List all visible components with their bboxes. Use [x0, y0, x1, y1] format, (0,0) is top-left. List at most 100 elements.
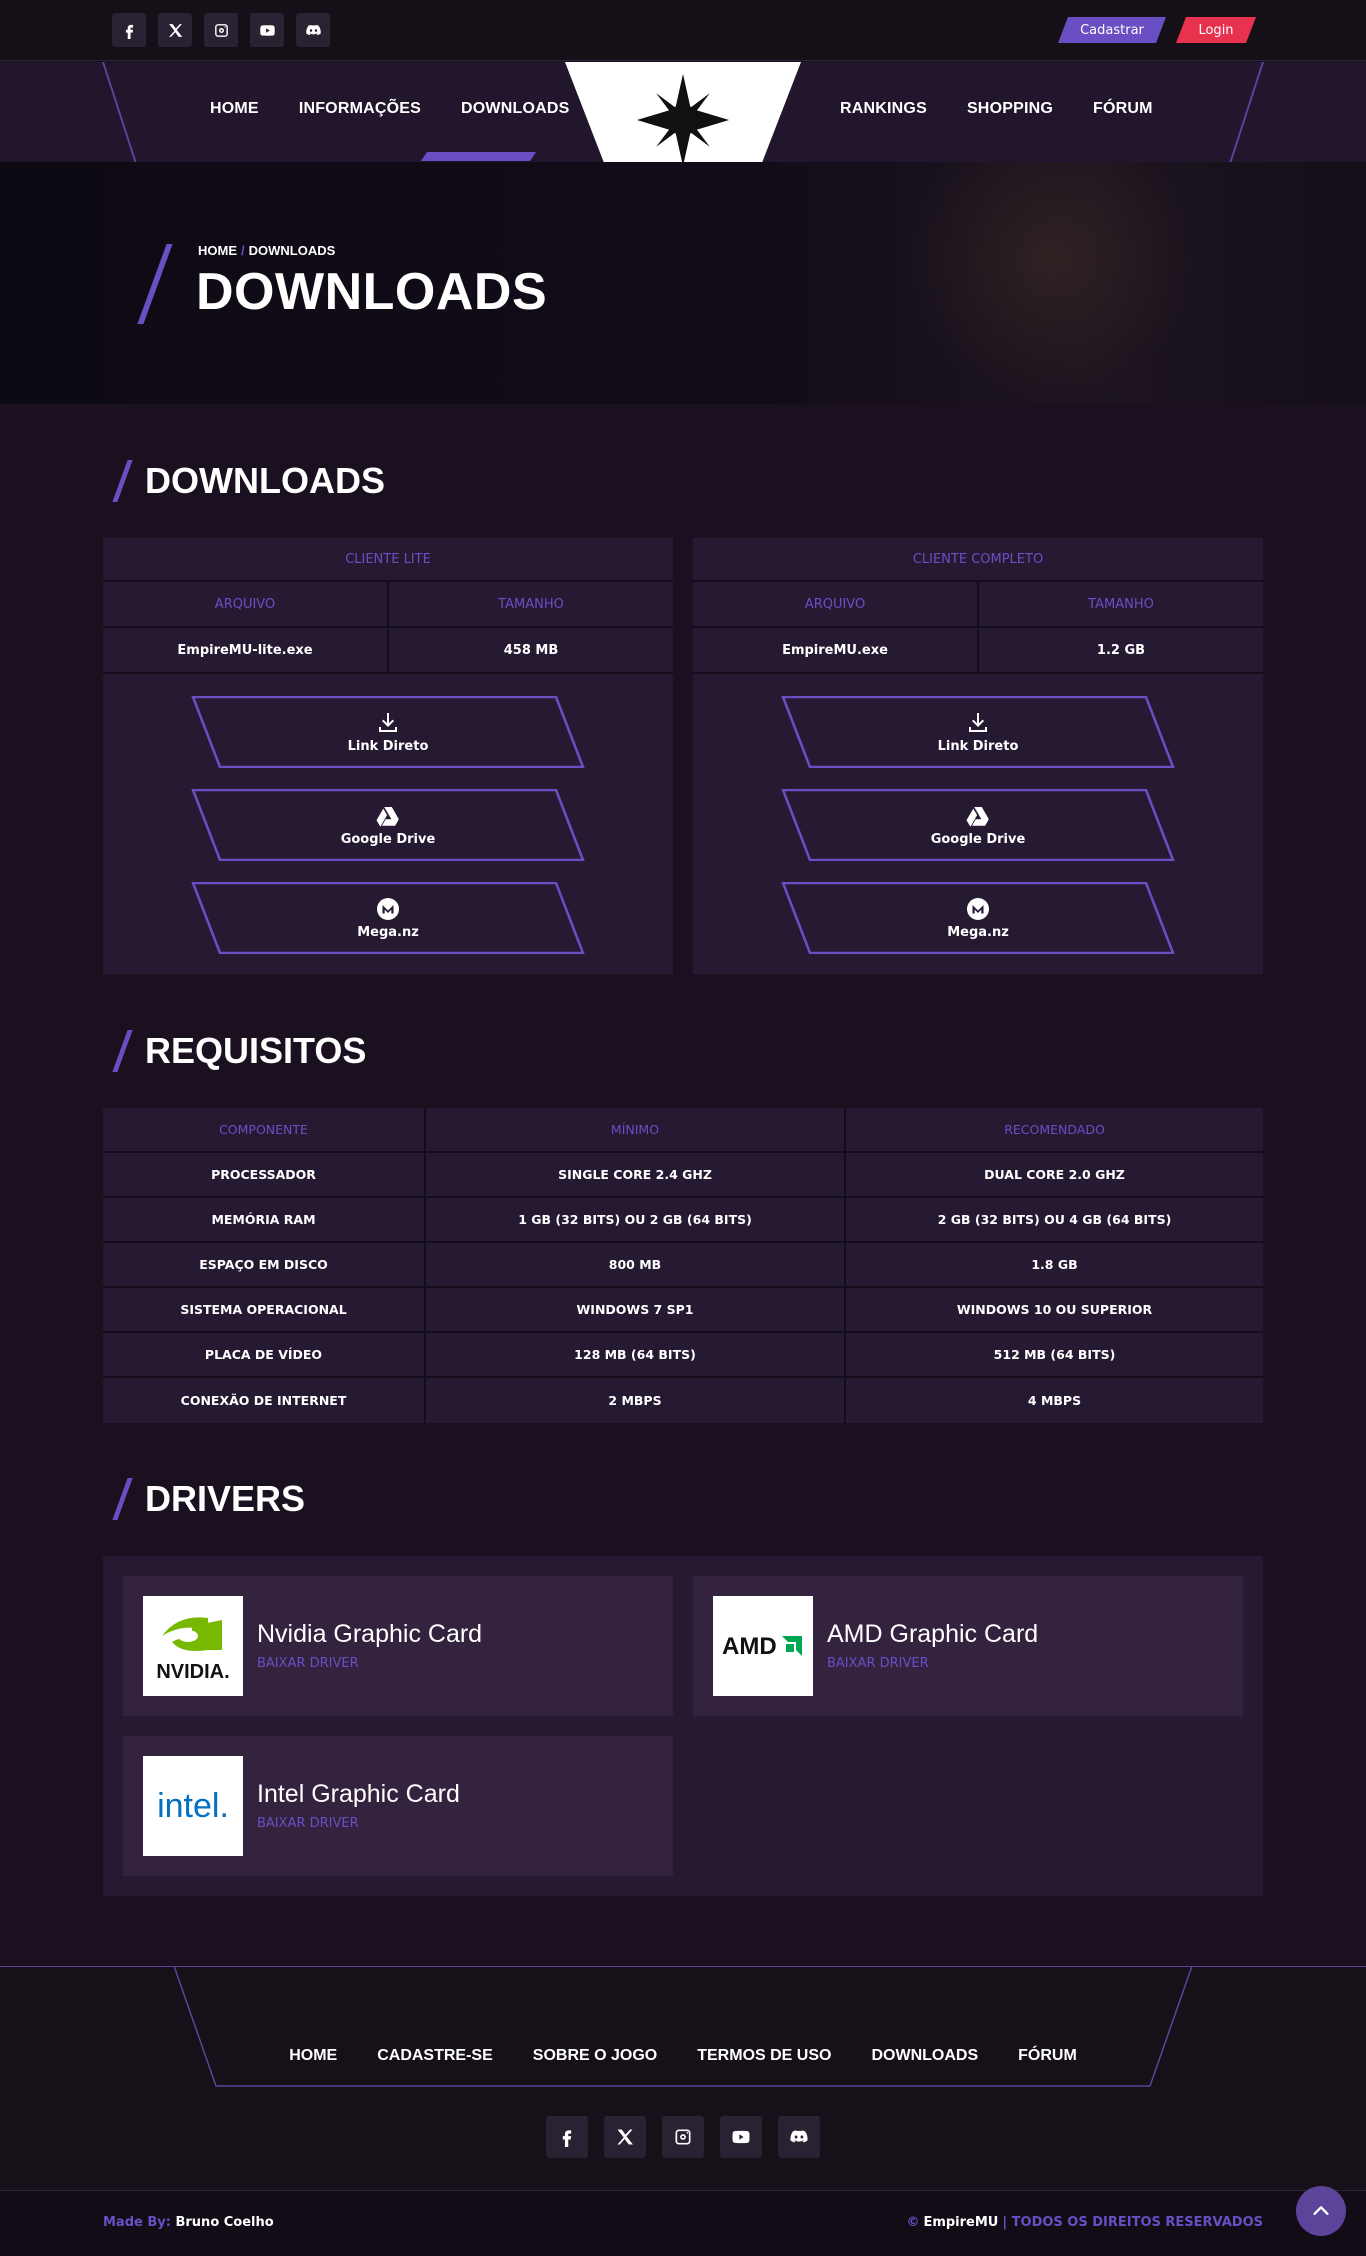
button-label: Google Drive: [930, 831, 1026, 847]
hero-background-art: [900, 162, 1200, 404]
nav-item-forum[interactable]: FÓRUM: [1073, 100, 1173, 118]
table-cell: 1 GB (32 BITS) OU 2 GB (64 BITS): [424, 1198, 844, 1241]
card-table-row: EmpireMU.exe 1.2 GB: [693, 628, 1263, 674]
col-size-header: TAMANHO: [977, 582, 1263, 626]
chevron-up-icon: [1313, 2206, 1329, 2215]
table-cell: WINDOWS 10 OU SUPERIOR: [844, 1288, 1263, 1331]
nav-left-group: HOME INFORMAÇÕES DOWNLOADS: [190, 100, 589, 118]
discord-link[interactable]: [778, 2116, 820, 2158]
button-label: Mega.nz: [357, 924, 419, 940]
driver-card-nvidia[interactable]: NVIDIA. Nvidia Graphic Card BAIXAR DRIVE…: [123, 1576, 673, 1716]
footer-link-about[interactable]: SOBRE O JOGO: [513, 2047, 677, 2065]
amd-logo: AMD: [713, 1596, 813, 1696]
intel-logo-mark: intel.: [157, 1787, 229, 1825]
credits: Made By: Bruno Coelho: [103, 2215, 274, 2230]
header-cell: RECOMENDADO: [844, 1108, 1263, 1151]
mega-icon: [966, 897, 990, 921]
file-name: EmpireMU.exe: [782, 642, 888, 658]
nav-item-home[interactable]: HOME: [190, 100, 279, 118]
nav-active-indicator: [421, 152, 536, 161]
facebook-link[interactable]: [546, 2116, 588, 2158]
downloads-heading: DOWNLOADS: [112, 460, 385, 502]
x-link[interactable]: [158, 13, 192, 47]
footer-link-terms[interactable]: TERMOS DE USO: [677, 2047, 851, 2065]
header-cell: COMPONENTE: [219, 1122, 308, 1137]
button-label: Link Direto: [347, 738, 429, 754]
direct-link-button[interactable]: Link Direto: [191, 696, 585, 768]
login-button[interactable]: Login: [1176, 17, 1256, 43]
youtube-link[interactable]: [720, 2116, 762, 2158]
table-cell: PROCESSADOR: [211, 1167, 316, 1182]
register-button[interactable]: Cadastrar: [1058, 17, 1166, 43]
youtube-icon: [731, 2127, 751, 2147]
instagram-link[interactable]: [662, 2116, 704, 2158]
google-drive-button[interactable]: Google Drive: [781, 789, 1175, 861]
heading-accent-slash: [112, 460, 133, 502]
table-row: PLACA DE VÍDEO 128 MB (64 BITS) 512 MB (…: [103, 1333, 1263, 1378]
facebook-link[interactable]: [112, 13, 146, 47]
x-icon: [167, 22, 184, 39]
mega-icon: [376, 897, 400, 921]
nav-item-shopping[interactable]: SHOPPING: [947, 100, 1073, 118]
credits-author: Bruno Coelho: [175, 2215, 274, 2230]
heading-accent-slash: [112, 1030, 133, 1072]
discord-link[interactable]: [296, 13, 330, 47]
table-cell: ESPAÇO EM DISCO: [199, 1257, 328, 1272]
nav-item-rankings[interactable]: RANKINGS: [820, 100, 947, 118]
table-cell: 1.8 GB: [844, 1243, 1263, 1286]
google-drive-icon: [966, 804, 990, 828]
discord-icon: [789, 2127, 809, 2147]
instagram-icon: [673, 2127, 693, 2147]
table-row: MEMÓRIA RAM 1 GB (32 BITS) OU 2 GB (64 B…: [103, 1198, 1263, 1243]
mega-button[interactable]: Mega.nz: [781, 882, 1175, 954]
drivers-panel: NVIDIA. Nvidia Graphic Card BAIXAR DRIVE…: [103, 1556, 1263, 1896]
nav-item-informacoes[interactable]: INFORMAÇÕES: [279, 100, 441, 118]
google-drive-button[interactable]: Google Drive: [191, 789, 585, 861]
footer-link-register[interactable]: CADASTRE-SE: [357, 2047, 513, 2065]
download-card-lite: CLIENTE LITE ARQUIVO TAMANHO EmpireMU-li…: [103, 538, 673, 974]
table-cell: SISTEMA OPERACIONAL: [180, 1302, 347, 1317]
col-file-header: ARQUIVO: [214, 596, 276, 612]
col-file-header: ARQUIVO: [804, 596, 866, 612]
col-size-header: TAMANHO: [387, 582, 673, 626]
table-cell: PLACA DE VÍDEO: [204, 1347, 323, 1362]
table-cell: CONEXÃO DE INTERNET: [180, 1393, 347, 1408]
table-cell: 2 GB (32 BITS) OU 4 GB (64 BITS): [844, 1198, 1263, 1241]
footer-link-downloads[interactable]: DOWNLOADS: [851, 2047, 998, 2065]
scroll-to-top-button[interactable]: [1296, 2186, 1346, 2236]
footer-social-links: [546, 2116, 820, 2158]
x-link[interactable]: [604, 2116, 646, 2158]
button-label: Mega.nz: [947, 924, 1009, 940]
table-row: CONEXÃO DE INTERNET 2 MBPS 4 MBPS: [103, 1378, 1263, 1423]
amd-logo-mark: AMD: [722, 1633, 802, 1660]
driver-card-intel[interactable]: intel. Intel Graphic Card BAIXAR DRIVER: [123, 1736, 673, 1876]
breadcrumb-home[interactable]: HOME: [198, 243, 237, 258]
table-cell: SINGLE CORE 2.4 GHZ: [424, 1153, 844, 1196]
table-cell: 2 MBPS: [424, 1378, 844, 1423]
copyright: © EmpireMU | TODOS OS DIREITOS RESERVADO…: [906, 2215, 1263, 2230]
amd-logo-text: AMD: [722, 1633, 777, 1660]
credits-label: Made By:: [103, 2215, 171, 2230]
table-cell: 128 MB (64 BITS): [424, 1333, 844, 1376]
instagram-link[interactable]: [204, 13, 238, 47]
footer-link-forum[interactable]: FÓRUM: [998, 2047, 1097, 2065]
driver-name: AMD Graphic Card: [827, 1620, 1039, 1648]
mega-button[interactable]: Mega.nz: [191, 882, 585, 954]
footer-link-home[interactable]: HOME: [269, 2047, 357, 2065]
card-table-header: ARQUIVO TAMANHO: [103, 582, 673, 628]
driver-card-amd[interactable]: AMD AMD Graphic Card BAIXAR DRIVER: [693, 1576, 1243, 1716]
breadcrumb-current: DOWNLOADS: [248, 243, 336, 258]
nav-item-downloads[interactable]: DOWNLOADS: [441, 100, 589, 118]
nvidia-logo-mark: NVIDIA.: [156, 1617, 230, 1683]
table-header-row: COMPONENTE MÍNIMO RECOMENDADO: [103, 1108, 1263, 1153]
driver-name: Intel Graphic Card: [257, 1780, 460, 1808]
heading-accent-slash: [112, 1478, 133, 1520]
driver-action: BAIXAR DRIVER: [257, 1816, 359, 1831]
youtube-link[interactable]: [250, 13, 284, 47]
button-label: Link Direto: [937, 738, 1019, 754]
instagram-icon: [213, 22, 230, 39]
direct-link-button[interactable]: Link Direto: [781, 696, 1175, 768]
drivers-heading: DRIVERS: [112, 1478, 305, 1520]
copyright-brand: EmpireMU: [923, 2215, 999, 2230]
button-label: Google Drive: [340, 831, 436, 847]
